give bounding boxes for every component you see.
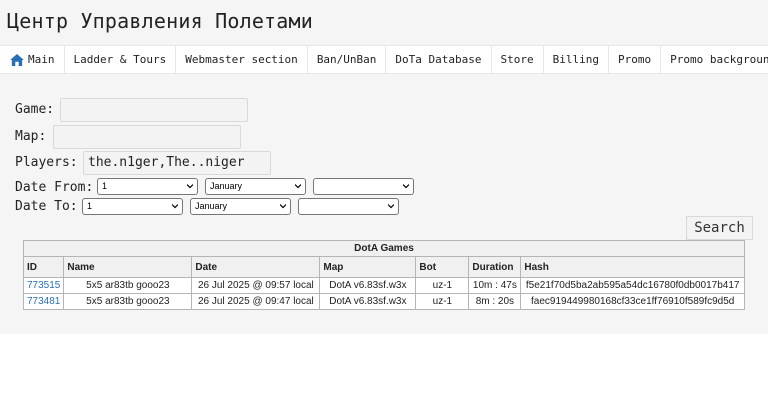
game-id-link[interactable]: 773481 xyxy=(27,296,60,307)
nav-item-billing[interactable]: Billing xyxy=(544,46,609,73)
date-to-label: Date To: xyxy=(15,199,78,214)
map-input[interactable] xyxy=(53,125,241,149)
game-name-cell: 5x5 ar83tb gooo23 xyxy=(63,277,193,294)
game-bot-cell: uz-1 xyxy=(415,277,470,294)
table-row: 773515 5x5 ar83tb gooo23 26 Jul 2025 @ 0… xyxy=(22,277,745,294)
date-to-day-select[interactable]: 1 xyxy=(82,198,183,215)
nav-item-promo[interactable]: Promo xyxy=(609,46,662,73)
date-to-day-value: 1 xyxy=(87,201,93,211)
nav-item-store[interactable]: Store xyxy=(492,46,544,73)
chevron-down-icon xyxy=(295,184,301,189)
date-from-month-value: January xyxy=(210,181,243,191)
main-navigation: Main Ladder & Tours Webmaster section Ba… xyxy=(0,45,768,74)
table-row: 773481 5x5 ar83tb gooo23 26 Jul 2025 @ 0… xyxy=(22,293,745,310)
column-header-duration: Duration xyxy=(468,256,522,278)
nav-item-webmaster[interactable]: Webmaster section xyxy=(176,46,308,73)
date-from-month-select[interactable]: January xyxy=(205,178,306,195)
nav-item-dota-database[interactable]: DoTa Database xyxy=(386,46,492,73)
game-map-cell: DotA v6.83sf.w3x xyxy=(319,293,417,310)
column-header-id: ID xyxy=(22,256,65,278)
date-from-day-value: 1 xyxy=(102,181,108,191)
date-from-label: Date From: xyxy=(15,180,94,195)
nav-item-label: Main xyxy=(28,53,55,66)
map-label: Map: xyxy=(15,129,47,144)
game-duration-cell: 10m : 47s xyxy=(468,277,522,294)
chevron-down-icon xyxy=(388,204,394,209)
table-header-row: ID Name Date Map Bot Duration Hash xyxy=(22,256,745,278)
column-header-bot: Bot xyxy=(415,256,470,278)
column-header-date: Date xyxy=(191,256,321,278)
game-input[interactable] xyxy=(60,98,248,122)
game-date-cell: 26 Jul 2025 @ 09:47 local xyxy=(191,293,321,310)
chevron-down-icon xyxy=(280,204,286,209)
game-duration-cell: 8m : 20s xyxy=(468,293,522,310)
date-from-day-select[interactable]: 1 xyxy=(97,178,198,195)
game-date-cell: 26 Jul 2025 @ 09:57 local xyxy=(191,277,321,294)
game-map-cell: DotA v6.83sf.w3x xyxy=(319,277,417,294)
game-id-cell[interactable]: 773481 xyxy=(22,293,65,310)
chevron-down-icon xyxy=(172,204,178,209)
date-to-month-select[interactable]: January xyxy=(190,198,291,215)
game-hash-cell: faec919449980168cf33ce1ff76910f589fc9d5d xyxy=(520,293,745,310)
table-caption: DotA Games xyxy=(23,240,745,257)
game-hash-cell: f5e21f70d5ba2ab595a54dc16780f0db0017b417 xyxy=(520,277,745,294)
column-header-name: Name xyxy=(63,256,193,278)
nav-item-ban-unban[interactable]: Ban/UnBan xyxy=(308,46,387,73)
nav-item-promo-background[interactable]: Promo background xyxy=(661,46,768,73)
nav-item-main[interactable]: Main xyxy=(0,46,65,73)
game-id-link[interactable]: 773515 xyxy=(27,280,60,291)
column-header-map: Map xyxy=(319,256,417,278)
date-to-year-select[interactable] xyxy=(298,198,399,215)
game-id-cell[interactable]: 773515 xyxy=(22,277,65,294)
date-to-month-value: January xyxy=(195,201,228,211)
search-button[interactable]: Search xyxy=(686,216,753,240)
game-label: Game: xyxy=(15,102,55,117)
page-title: Центр Управления Полетами xyxy=(7,9,314,33)
chevron-down-icon xyxy=(187,184,193,189)
games-table: DotA Games ID Name Date Map Bot Duration… xyxy=(22,240,745,310)
game-name-cell: 5x5 ar83tb gooo23 xyxy=(63,293,193,310)
chevron-down-icon xyxy=(403,184,409,189)
date-from-year-select[interactable] xyxy=(313,178,414,195)
column-header-hash: Hash xyxy=(520,256,745,278)
players-input[interactable]: the.n1ger,The..niger xyxy=(83,151,271,175)
home-icon xyxy=(10,53,24,66)
players-label: Players: xyxy=(15,155,78,170)
game-bot-cell: uz-1 xyxy=(415,293,470,310)
nav-item-ladder-tours[interactable]: Ladder & Tours xyxy=(65,46,177,73)
